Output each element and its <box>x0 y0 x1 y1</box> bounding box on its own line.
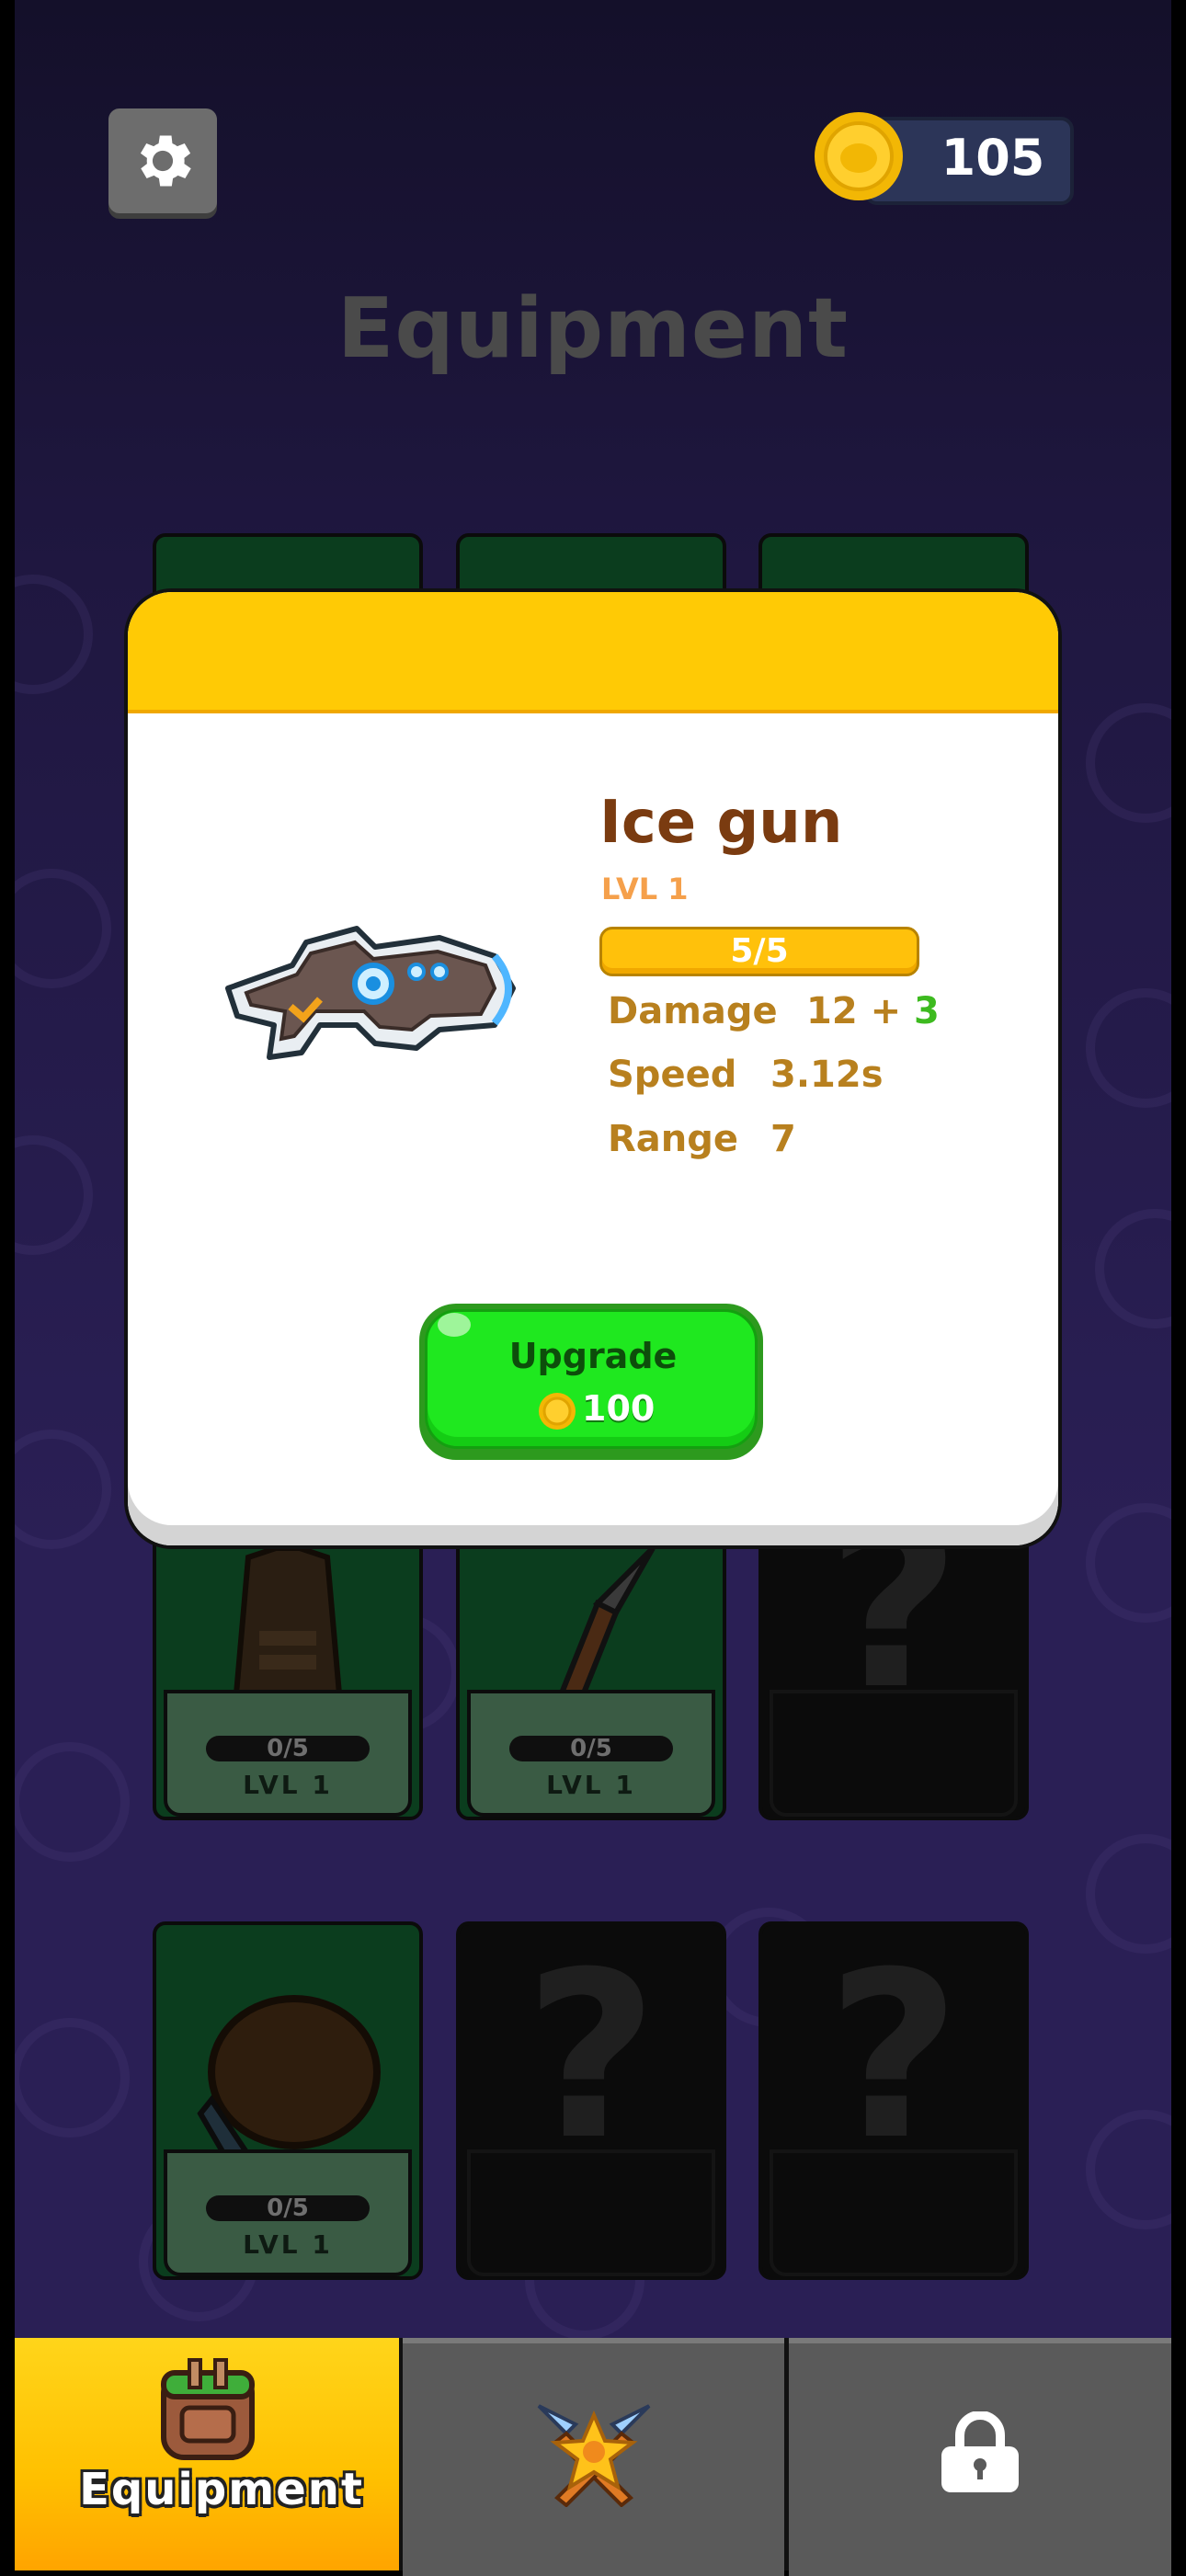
slot-footer <box>467 2149 715 2276</box>
locked-slot-2: ? <box>456 1921 726 2280</box>
tab-locked[interactable] <box>789 2338 1171 2576</box>
tab-equipment[interactable] <box>15 2338 399 2570</box>
slot-footer: 0/5 LVL 1 <box>467 1690 715 1817</box>
lock-icon <box>941 2411 1019 2492</box>
slot-progress: 0/5 <box>509 1736 673 1761</box>
slot-footer <box>770 1690 1018 1817</box>
item-name: Ice gun <box>599 789 843 857</box>
upgrade-cost: 100 <box>582 1388 656 1429</box>
gear-icon <box>140 135 191 187</box>
slot-footer: 0/5 LVL 1 <box>164 1690 412 1817</box>
stat-damage-value: 12 + 3 <box>806 990 940 1032</box>
stat-damage-label: Damage <box>608 990 778 1032</box>
glove-icon <box>197 1995 381 2168</box>
modal-header <box>128 592 1058 713</box>
equipment-slot-glove[interactable]: 0/5 LVL 1 <box>153 1921 423 2280</box>
stat-damage-base: 12 + <box>806 990 915 1032</box>
page-title: Equipment <box>336 280 850 377</box>
slot-level: LVL 1 <box>243 1770 333 1800</box>
stat-range-label: Range <box>608 1118 739 1160</box>
question-mark-icon: ? <box>524 1922 658 2190</box>
stat-speed-label: Speed <box>608 1054 737 1096</box>
coin-icon <box>539 1393 576 1430</box>
item-progress-bar: 5/5 <box>599 927 919 976</box>
crossed-swords-star-icon <box>537 2404 651 2507</box>
coin-count: 105 <box>941 129 1045 187</box>
item-level: LVL 1 <box>601 872 689 906</box>
slot-footer <box>770 2149 1018 2276</box>
bottom-nav <box>15 2338 1171 2576</box>
tab-battle[interactable] <box>403 2338 784 2576</box>
slot-level: LVL 1 <box>243 2229 333 2260</box>
locked-slot-3: ? <box>758 1921 1029 2280</box>
tab-equipment-label: Equipment <box>79 2464 364 2515</box>
question-mark-icon: ? <box>827 1922 961 2190</box>
backpack-icon <box>161 2358 255 2460</box>
ice-gun-icon <box>225 926 516 1060</box>
slot-footer: 0/5 LVL 1 <box>164 2149 412 2276</box>
coin-icon <box>815 112 903 200</box>
slot-progress: 0/5 <box>206 2195 370 2221</box>
stat-speed-value: 3.12s <box>770 1054 884 1096</box>
upgrade-button[interactable] <box>419 1304 763 1460</box>
slot-progress: 0/5 <box>206 1736 370 1761</box>
stat-range-value: 7 <box>770 1118 796 1160</box>
stat-damage-bonus: 3 <box>914 990 940 1032</box>
slot-level: LVL 1 <box>546 1770 636 1800</box>
settings-button[interactable] <box>108 108 217 213</box>
upgrade-label: Upgrade <box>508 1336 678 1376</box>
button-shine <box>438 1313 471 1337</box>
